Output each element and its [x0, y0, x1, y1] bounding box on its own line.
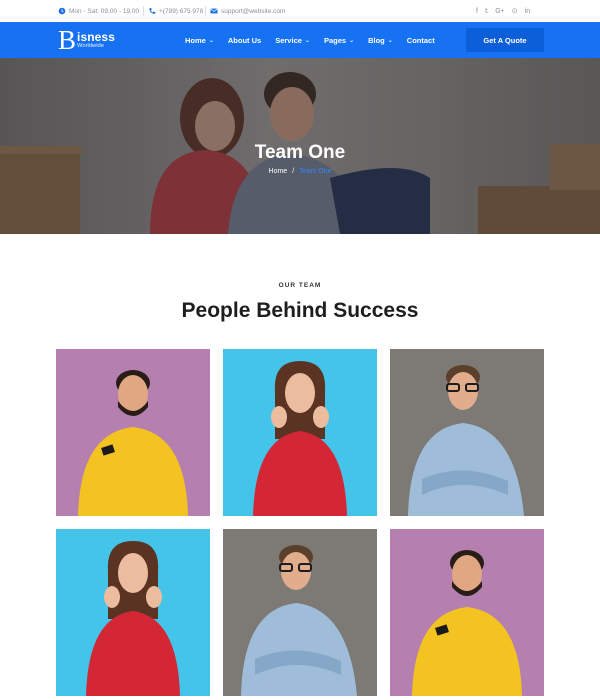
logo[interactable]: B isness Worldwide	[58, 25, 115, 55]
team-member-photo	[223, 349, 377, 516]
nav-item-label: Pages	[323, 35, 347, 45]
nav-item-label: About Us	[227, 35, 262, 45]
team-member-photo	[390, 529, 544, 696]
get-a-quote-button[interactable]: Get A Quote	[466, 28, 544, 52]
nav-item-contact[interactable]: Contact	[407, 36, 435, 45]
hours-text: Mon - Sat: 09.00 - 19.00	[69, 7, 140, 15]
team-member-photo	[56, 349, 210, 516]
section-title: People Behind Success	[181, 299, 419, 322]
social-links: f 𝕥 G+ ⊙ in	[476, 0, 530, 22]
breadcrumb-home[interactable]: Home	[269, 168, 288, 175]
hours-info: Mon - Sat: 09.00 - 19.00	[58, 0, 139, 22]
nav-item-pages[interactable]: Pages ⌄	[324, 36, 354, 45]
email-text[interactable]: support@website.com	[221, 8, 285, 15]
logo-tagline: Worldwide	[77, 42, 104, 49]
team-member-card[interactable]	[56, 529, 210, 696]
nav-item-service[interactable]: Service ⌄	[275, 36, 310, 45]
email-info: support@website.com	[210, 0, 285, 22]
page-hero-banner: Team One Home / Team One	[0, 58, 600, 234]
breadcrumb: Home / Team One	[0, 168, 600, 175]
top-info-bar: Mon - Sat: 09.00 - 19.00 +(789) 675 978 …	[0, 0, 600, 22]
linkedin-icon[interactable]: in	[525, 8, 530, 15]
clock-icon	[58, 7, 66, 15]
main-navbar: B isness Worldwide Home ⌄ About Us Servi…	[0, 22, 600, 58]
team-member-card[interactable]	[223, 529, 377, 696]
phone-icon	[148, 7, 156, 15]
nav-item-label: Home	[185, 35, 206, 45]
nav-menu: Home ⌄ About Us Service ⌄ Pages ⌄ Blog ⌄…	[185, 22, 449, 58]
page-title: Team One	[254, 142, 346, 163]
team-member-card[interactable]	[390, 349, 544, 516]
team-member-photo	[56, 529, 210, 696]
team-member-card[interactable]	[223, 349, 377, 516]
nav-item-label: Blog	[368, 35, 385, 45]
chevron-down-icon: ⌄	[349, 37, 355, 44]
team-member-card[interactable]	[56, 349, 210, 516]
divider	[143, 6, 144, 16]
twitter-icon[interactable]: 𝕥	[485, 7, 488, 15]
chevron-down-icon: ⌄	[304, 37, 310, 44]
divider	[205, 6, 206, 16]
phone-text[interactable]: +(789) 675 978	[159, 8, 203, 15]
chevron-down-icon: ⌄	[387, 37, 393, 44]
logo-name: isness	[77, 29, 115, 44]
logo-initial: B	[58, 25, 77, 55]
breadcrumb-current: Team One	[299, 168, 332, 175]
section-eyebrow: OUR TEAM	[278, 282, 322, 289]
google-plus-icon[interactable]: G+	[495, 8, 505, 15]
team-member-photo	[390, 349, 544, 516]
nav-item-home[interactable]: Home ⌄	[185, 36, 214, 45]
team-member-card[interactable]	[390, 529, 544, 696]
nav-item-label: Service	[275, 35, 302, 45]
nav-item-blog[interactable]: Blog ⌄	[368, 36, 393, 45]
chevron-down-icon: ⌄	[208, 37, 214, 44]
facebook-icon[interactable]: f	[476, 8, 478, 15]
nav-item-label: Contact	[406, 35, 435, 45]
pinterest-icon[interactable]: ⊙	[512, 7, 518, 15]
phone-info: +(789) 675 978	[148, 0, 203, 22]
breadcrumb-separator: /	[292, 168, 295, 175]
team-member-photo	[223, 529, 377, 696]
envelope-icon	[210, 7, 218, 15]
nav-item-about-us[interactable]: About Us	[228, 36, 261, 45]
